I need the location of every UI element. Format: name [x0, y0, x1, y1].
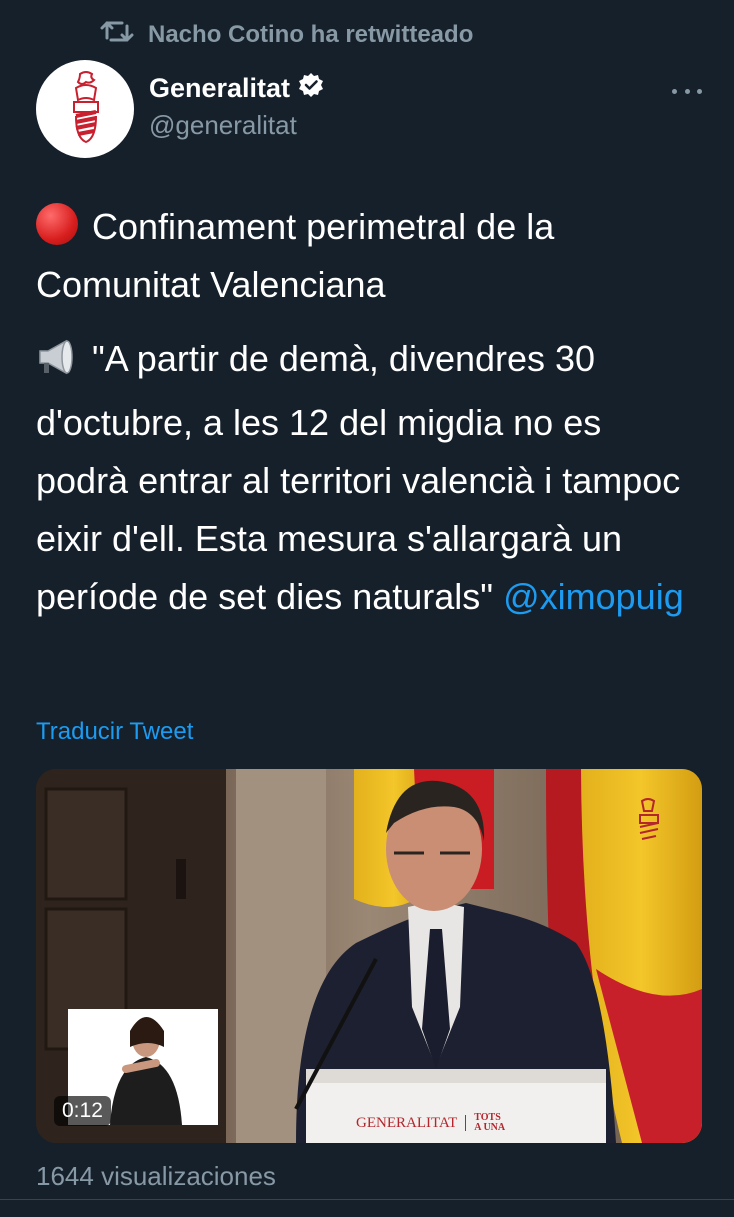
generalitat-logo-icon: [73, 71, 99, 144]
more-options-icon[interactable]: [672, 78, 702, 104]
podium-slogan: TOTS A UNA: [474, 1112, 506, 1133]
tweet-text: Confinament perimetral de la Comunitat V…: [36, 198, 701, 642]
author-name-row[interactable]: Generalitat: [149, 72, 324, 105]
avatar[interactable]: [36, 60, 134, 158]
author-name[interactable]: Generalitat: [149, 73, 290, 104]
tweet-paragraph-1-text: Confinament perimetral de la Comunitat V…: [36, 206, 555, 305]
retweet-icon: [100, 19, 134, 52]
podium-brand: GENERALITAT: [356, 1114, 458, 1131]
divider: [0, 1199, 734, 1200]
author-handle[interactable]: @generalitat: [149, 110, 297, 141]
red-circle-icon: [36, 203, 78, 245]
loudspeaker-icon: [36, 336, 78, 394]
podium-logo: GENERALITAT TOTS A UNA: [356, 1113, 506, 1133]
tweet-paragraph: "A partir de demà, divendres 30 d'octubr…: [36, 330, 701, 626]
translate-tweet-link[interactable]: Traducir Tweet: [36, 718, 193, 746]
video-frame-image: [36, 769, 702, 1143]
video-thumbnail[interactable]: GENERALITAT TOTS A UNA: [36, 769, 702, 1143]
tweet-paragraph: Confinament perimetral de la Comunitat V…: [36, 198, 701, 314]
mention-link[interactable]: @ximopuig: [503, 576, 684, 617]
retweet-header[interactable]: Nacho Cotino ha retwitteado: [100, 18, 473, 52]
verified-badge-icon: [298, 72, 324, 105]
video-duration-badge: 0:12: [54, 1096, 111, 1126]
view-count: 1644 visualizaciones: [36, 1161, 276, 1191]
retweet-text: Nacho Cotino ha retwitteado: [148, 21, 474, 48]
